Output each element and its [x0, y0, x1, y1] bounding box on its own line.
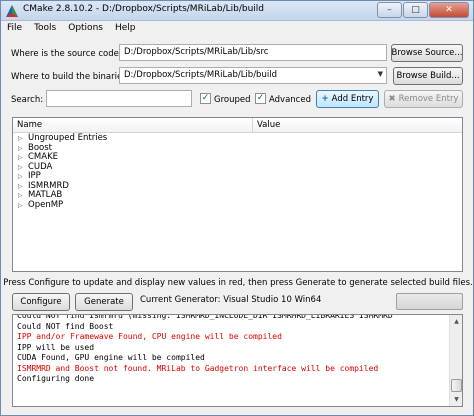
close-icon[interactable]: ✕	[429, 2, 469, 18]
add-entry-label: Add Entry	[331, 94, 374, 104]
menu-options[interactable]: Options	[62, 22, 109, 37]
output-line: IPP and/or Framewave Found, CPU engine w…	[17, 332, 282, 341]
output-log[interactable]: Could NOT find Ismrmrd (missing: ISMRMRD…	[12, 314, 463, 407]
output-scrollbar[interactable]: ▲ ▼	[449, 315, 462, 406]
tree-row-ipp[interactable]: ▷ IPP	[13, 171, 462, 182]
tree-row-label: OpenMP	[28, 199, 64, 210]
build-label: Where to build the binaries:	[11, 72, 130, 82]
source-label: Where is the source code:	[11, 49, 122, 59]
output-line: Configuring done	[17, 374, 95, 383]
expand-arrow-icon[interactable]: ▷	[18, 201, 28, 211]
tree-row-matlab[interactable]: ▷ MATLAB	[13, 190, 462, 201]
column-value-header[interactable]: Value	[253, 118, 462, 133]
expand-arrow-icon[interactable]: ▷	[18, 182, 28, 192]
output-line: IPP will be used	[17, 342, 95, 352]
tree-row-boost[interactable]: ▷ Boost	[13, 143, 462, 154]
advanced-checkbox[interactable]: ✓	[255, 93, 266, 104]
tree-row-cuda[interactable]: ▷ CUDA	[13, 162, 462, 173]
window-title: CMake 2.8.10.2 - D:/Dropbox/Scripts/MRiL…	[23, 4, 264, 14]
output-line: CUDA Found, GPU engine will be compiled	[17, 353, 205, 362]
tree-row-openmp[interactable]: ▷ OpenMP	[13, 199, 462, 211]
expand-arrow-icon[interactable]: ▷	[18, 172, 28, 182]
remove-icon: ✖	[388, 94, 396, 104]
grouped-label: Grouped	[214, 95, 251, 105]
generate-button[interactable]: Generate	[75, 293, 133, 311]
cache-tree[interactable]: Name Value ▷ Ungrouped Entries ▷ Boost ▷ CM…	[12, 117, 463, 272]
maximize-icon[interactable]: □	[403, 2, 428, 18]
scroll-thumb[interactable]	[451, 379, 462, 392]
source-path-input[interactable]: D:/Dropbox/Scripts/MRiLab/Lib/src	[119, 44, 387, 61]
tree-row-cmake[interactable]: ▷ CMAKE	[13, 152, 462, 163]
remove-entry-button[interactable]: ✖ Remove Entry	[384, 90, 463, 108]
tree-row-ismrmrd[interactable]: ▷ ISMRMRD	[13, 181, 462, 192]
build-path-value: D:/Dropbox/Scripts/MRiLab/Lib/build	[124, 70, 277, 80]
expand-arrow-icon[interactable]: ▷	[18, 163, 28, 173]
advanced-label: Advanced	[269, 95, 311, 105]
current-generator-label: Current Generator: Visual Studio 10 Win6…	[140, 295, 322, 305]
status-message: Press Configure to update and display ne…	[3, 278, 473, 288]
output-lines: Could NOT find Ismrmrd (missing: ISMRMRD…	[17, 315, 450, 385]
output-line: ISMRMRD and Boost not found. MRiLab to G…	[17, 363, 379, 373]
minimize-icon[interactable]: –	[377, 2, 402, 18]
cmake-window: CMake 2.8.10.2 - D:/Dropbox/Scripts/MRiL…	[0, 0, 474, 416]
search-input[interactable]	[46, 90, 192, 107]
menu-bar: File Tools Options Help	[1, 22, 473, 37]
search-label: Search:	[11, 95, 44, 105]
chevron-down-icon[interactable]: ▼	[378, 70, 383, 78]
build-path-combo[interactable]: D:/Dropbox/Scripts/MRiLab/Lib/build ▼	[119, 67, 387, 84]
output-line: Could NOT find Ismrmrd (missing: ISMRMRD…	[17, 314, 393, 320]
browse-source-button[interactable]: Browse Source...	[391, 44, 463, 62]
menu-file[interactable]: File	[1, 22, 28, 37]
title-bar[interactable]: CMake 2.8.10.2 - D:/Dropbox/Scripts/MRiL…	[1, 1, 473, 21]
grouped-checkbox[interactable]: ✓	[200, 93, 211, 104]
menu-help[interactable]: Help	[109, 22, 142, 37]
tree-header: Name Value	[13, 118, 462, 133]
expand-arrow-icon[interactable]: ▷	[18, 191, 28, 201]
plus-icon: +	[321, 94, 329, 104]
scroll-down-icon[interactable]: ▼	[451, 394, 462, 405]
progress-bar	[396, 293, 463, 310]
configure-button[interactable]: Configure	[12, 293, 70, 311]
tree-rows: ▷ Ungrouped Entries ▷ Boost ▷ CMAKE ▷ CUDA ▷…	[13, 133, 462, 211]
add-entry-button[interactable]: + Add Entry	[316, 90, 379, 108]
browse-build-button[interactable]: Browse Build...	[393, 67, 463, 85]
column-name-header[interactable]: Name	[13, 118, 253, 133]
output-line: Could NOT find Boost	[17, 321, 114, 331]
expand-arrow-icon[interactable]: ▷	[18, 144, 28, 154]
tree-row-ungrouped[interactable]: ▷ Ungrouped Entries	[13, 133, 462, 144]
window-controls: – □ ✕	[376, 2, 469, 18]
expand-arrow-icon[interactable]: ▷	[18, 153, 28, 163]
expand-arrow-icon[interactable]: ▷	[18, 134, 28, 144]
scroll-up-icon[interactable]: ▲	[451, 316, 462, 327]
cmake-logo-icon	[6, 5, 18, 17]
remove-entry-label: Remove Entry	[398, 94, 459, 104]
menu-tools[interactable]: Tools	[28, 22, 62, 37]
